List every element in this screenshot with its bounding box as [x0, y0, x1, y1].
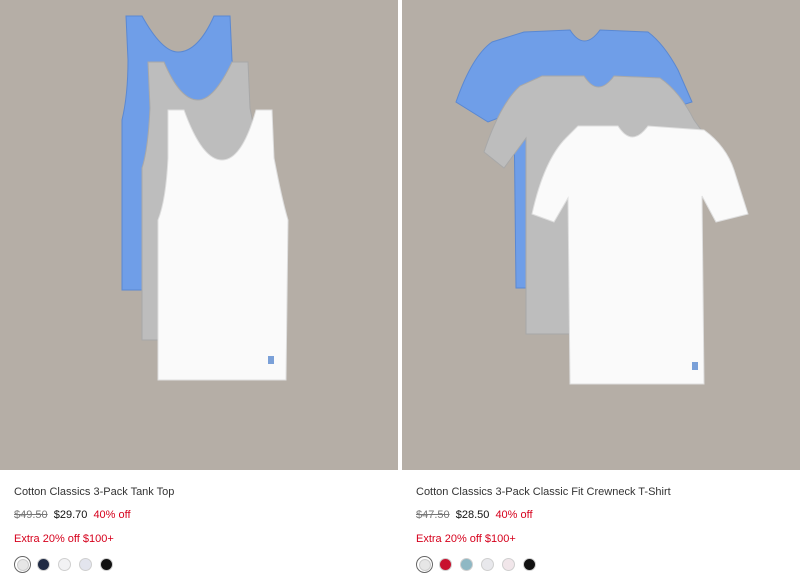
color-swatches — [416, 556, 536, 573]
product-grid: Cotton Classics 3-Pack Tank Top $49.50 $… — [0, 0, 800, 580]
color-swatch[interactable] — [502, 558, 515, 571]
color-swatch-dot — [418, 558, 431, 571]
product-image-tank-top[interactable] — [0, 0, 398, 470]
color-swatch[interactable] — [58, 558, 71, 571]
discount-label: 40% off — [495, 509, 533, 521]
color-swatch[interactable] — [100, 558, 113, 571]
product-title[interactable]: Cotton Classics 3-Pack Classic Fit Crewn… — [416, 486, 671, 498]
color-swatch-dot — [16, 558, 29, 571]
color-swatches — [14, 556, 113, 573]
price-row: $49.50 $29.70 40% off — [14, 509, 131, 521]
color-swatch[interactable] — [79, 558, 92, 571]
color-swatch[interactable] — [439, 558, 452, 571]
original-price: $49.50 — [14, 509, 48, 521]
color-swatch[interactable] — [416, 556, 433, 573]
sale-price: $28.50 — [455, 509, 490, 521]
color-swatch[interactable] — [37, 558, 50, 571]
price-row: $47.50 $28.50 40% off — [416, 509, 533, 521]
color-swatch[interactable] — [460, 558, 473, 571]
product-title[interactable]: Cotton Classics 3-Pack Tank Top — [14, 486, 174, 498]
crewneck-tshirt-3-pack-image — [455, 29, 749, 385]
tank-top-3-pack-image — [121, 15, 289, 381]
product-card-crewneck[interactable]: Cotton Classics 3-Pack Classic Fit Crewn… — [402, 0, 800, 580]
promo-text: Extra 20% off $100+ — [14, 533, 114, 545]
color-swatch[interactable] — [481, 558, 494, 571]
color-swatch[interactable] — [14, 556, 31, 573]
product-image-crewneck[interactable] — [402, 0, 800, 470]
original-price: $47.50 — [416, 509, 450, 521]
product-card-tank-top[interactable]: Cotton Classics 3-Pack Tank Top $49.50 $… — [0, 0, 398, 580]
color-swatch[interactable] — [523, 558, 536, 571]
sale-price: $29.70 — [53, 509, 88, 521]
promo-text: Extra 20% off $100+ — [416, 533, 516, 545]
discount-label: 40% off — [93, 509, 131, 521]
